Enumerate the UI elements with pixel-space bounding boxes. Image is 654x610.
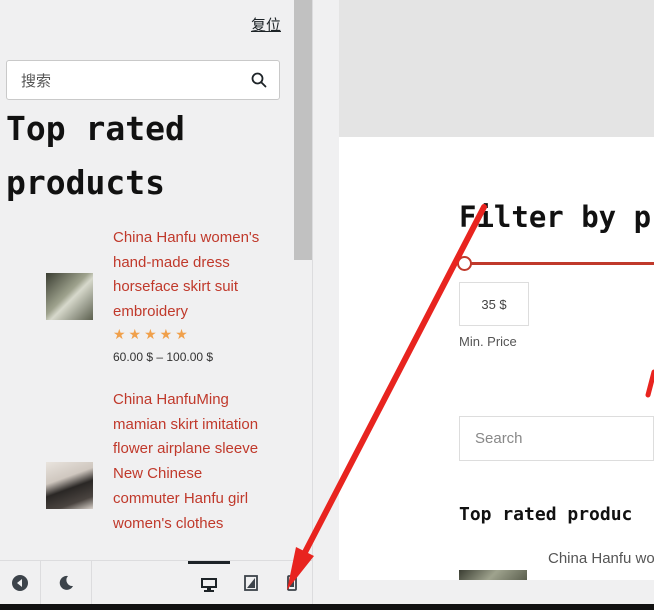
search-icon[interactable] [251, 72, 267, 88]
desktop-preview-button[interactable] [188, 561, 230, 604]
mobile-preview-button[interactable] [272, 561, 312, 604]
footer-divider [91, 561, 92, 604]
price-slider-track[interactable] [466, 262, 654, 265]
preview-product-title[interactable]: China Hanfu wo [548, 550, 654, 567]
reset-link[interactable]: 复位 [251, 14, 281, 35]
dark-mode-button[interactable] [41, 561, 91, 604]
panel-content: 复位 Top rated products China Hanfu women'… [0, 0, 293, 560]
scrollbar[interactable] [293, 0, 312, 560]
product-thumbnail[interactable] [46, 462, 93, 509]
preview-search-field[interactable]: Search [459, 416, 654, 461]
min-price-label: Min. Price [459, 334, 517, 349]
product-price: 60.00 $ – 100.00 $ [113, 350, 214, 364]
customizer-screen: 复位 Top rated products China Hanfu women'… [0, 0, 654, 610]
preview-header [339, 0, 654, 137]
search-box[interactable] [6, 60, 280, 100]
min-price-field[interactable]: 35 $ [459, 282, 529, 326]
widget-title: Top rated products [6, 109, 185, 202]
product-title-link[interactable]: China Hanfu women's hand-made dress hors… [113, 226, 273, 325]
customizer-panel: 复位 Top rated products China Hanfu women'… [0, 0, 313, 604]
scrollbar-thumb[interactable] [294, 0, 312, 260]
product-title-link[interactable]: China HanfuMing mamian skirt imitation f… [113, 388, 273, 536]
filter-title: Filter by p [459, 200, 652, 234]
tablet-icon [244, 575, 258, 591]
search-input[interactable] [21, 70, 241, 92]
product-thumbnail[interactable] [46, 273, 93, 320]
customizer-footer [0, 560, 312, 604]
desktop-icon [201, 577, 217, 592]
mobile-icon [287, 575, 297, 591]
rating-stars: ★★★★★ [113, 326, 191, 342]
price-slider-handle[interactable] [457, 256, 472, 271]
dark-mode-icon [59, 575, 73, 590]
preview-product-thumbnail[interactable] [459, 570, 527, 580]
preview-search-placeholder: Search [475, 430, 523, 447]
collapse-button[interactable] [0, 561, 40, 604]
collapse-icon [12, 575, 28, 591]
tablet-preview-button[interactable] [230, 561, 272, 604]
preview-top-rated-title: Top rated produc [459, 504, 633, 525]
bottom-edge [0, 604, 654, 610]
